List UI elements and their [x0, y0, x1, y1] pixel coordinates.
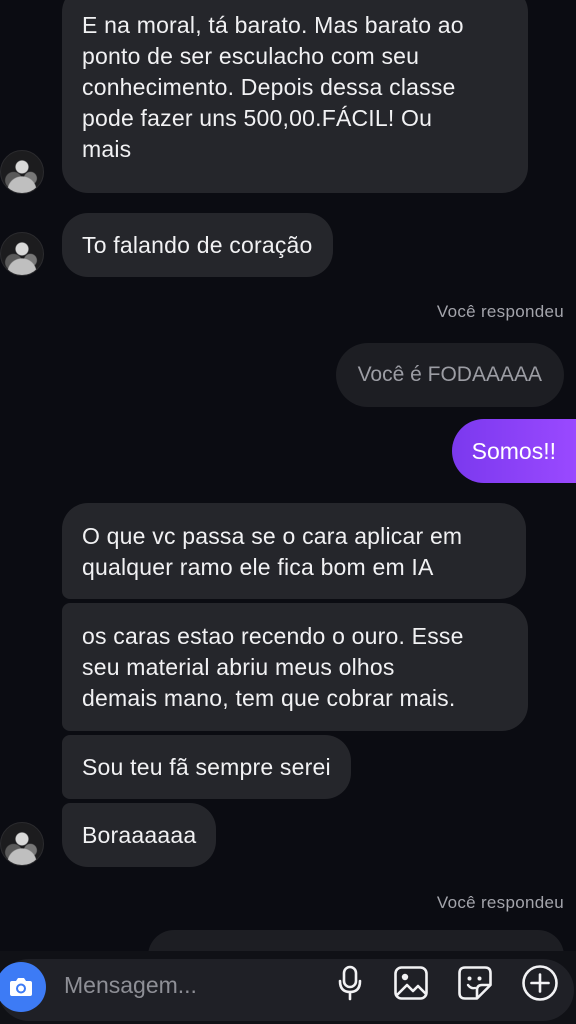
message-bubble[interactable]: E na moral, tá barato. Mas barato ao pon… [62, 0, 528, 193]
contact-avatar[interactable] [0, 822, 44, 866]
message-bubble[interactable]: O que vc passa se o cara aplicar em qual… [62, 503, 526, 599]
contact-avatar[interactable] [0, 150, 44, 194]
chat-screen: E na moral, tá barato. Mas barato ao pon… [0, 0, 576, 1024]
add-button[interactable] [520, 963, 560, 1003]
quoted-message[interactable]: Você é FODAAAAA [335, 343, 564, 407]
reply-label: Você respondeu [436, 893, 564, 912]
message-bubble[interactable]: Boraaaaaa [62, 803, 217, 867]
sticker-icon [458, 966, 492, 1000]
sent-message-bubble[interactable]: Somos!! [451, 419, 576, 483]
message-bubble[interactable]: os caras estao recendo o ouro. Esse seu … [62, 603, 528, 731]
message-bubble[interactable]: To falando de coração [62, 213, 333, 277]
microphone-icon [338, 965, 362, 1001]
camera-icon [10, 978, 32, 996]
sticker-button[interactable] [455, 963, 495, 1003]
gallery-button[interactable] [391, 963, 431, 1003]
message-input[interactable]: Mensagem... [64, 968, 197, 1002]
reply-label: Você respondeu [436, 302, 564, 321]
gallery-icon [394, 966, 428, 1000]
message-bubble[interactable]: Sou teu fã sempre serei [62, 735, 351, 799]
plus-icon [522, 965, 558, 1001]
microphone-button[interactable] [330, 963, 370, 1003]
contact-avatar[interactable] [0, 232, 44, 276]
